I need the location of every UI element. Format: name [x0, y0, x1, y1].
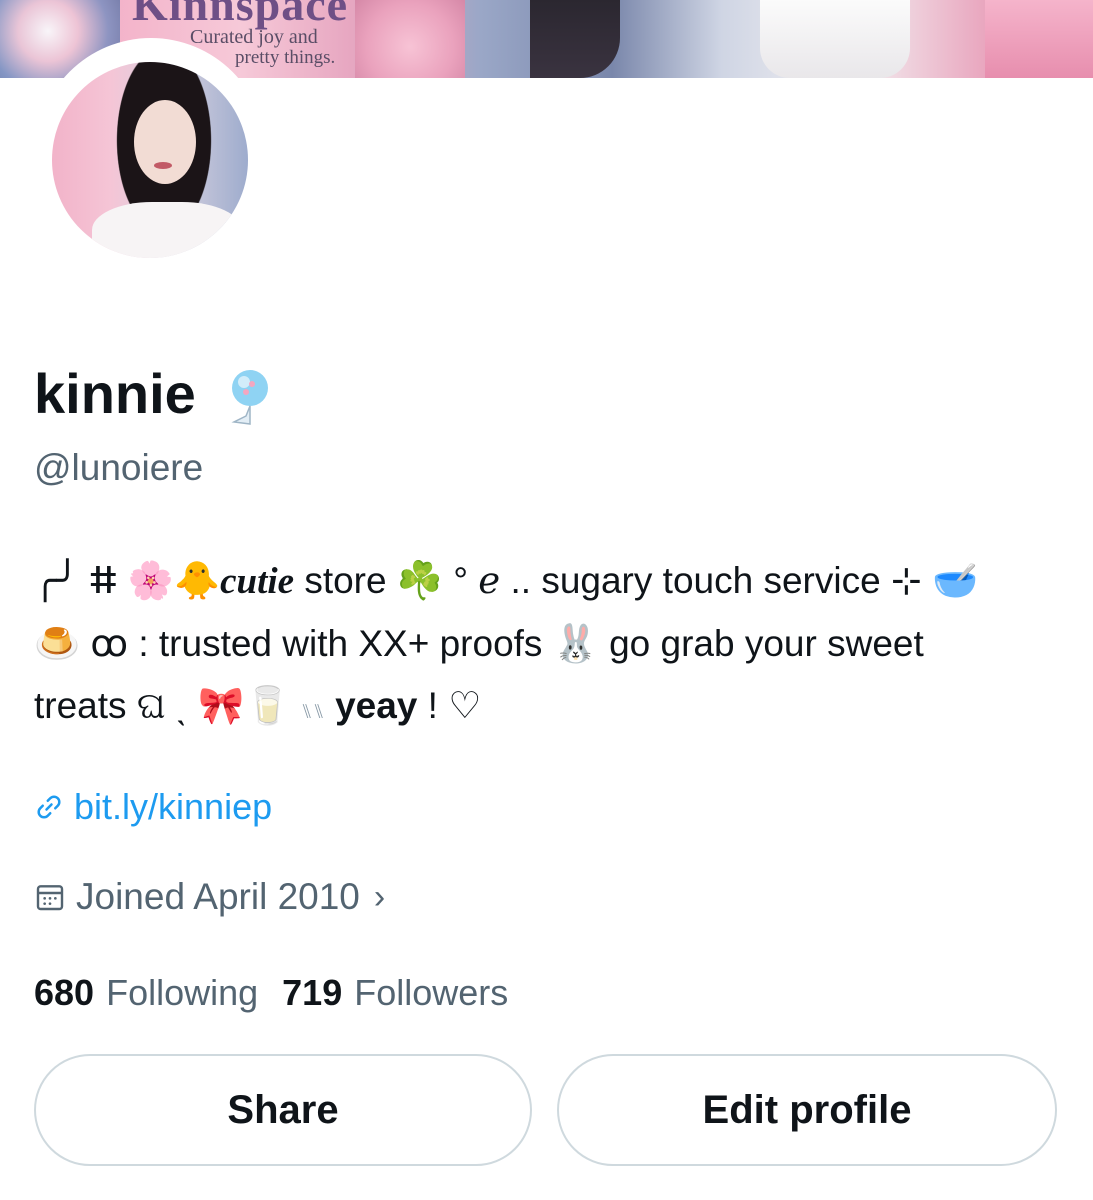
bio-line: ╭╯ ⵌ 🌸🐥cutie store ☘️ ° ℯ .. sugary touc…	[34, 560, 979, 602]
followers-count[interactable]: 719	[282, 972, 342, 1014]
avatar[interactable]	[52, 62, 248, 258]
following-count[interactable]: 680	[34, 972, 94, 1014]
banner-tagline: pretty things.	[235, 47, 336, 68]
banner-decoration	[355, 0, 465, 78]
balloon-icon	[231, 370, 268, 425]
profile-bio: ╭╯ ⵌ 🌸🐥cutie store ☘️ ° ℯ .. sugary touc…	[34, 550, 1064, 743]
calendar-icon	[36, 885, 64, 911]
profile-link-text[interactable]: bit.ly/kinniep	[74, 786, 272, 828]
username-handle: @lunoiere	[34, 447, 204, 488]
bio-line: 🍮 ꝏ : trusted with XX+ proofs 🐰 go grab …	[34, 623, 924, 664]
joined-date[interactable]: Joined April 2010 ›	[34, 876, 385, 918]
banner-decoration	[760, 0, 910, 78]
profile-link[interactable]: bit.ly/kinniep	[34, 786, 272, 828]
display-name: kinnie	[34, 362, 196, 425]
share-button[interactable]: Share	[34, 1054, 532, 1166]
banner-decoration	[985, 0, 1093, 78]
joined-text: Joined April 2010	[76, 876, 360, 917]
chevron-right-icon: ›	[373, 877, 386, 916]
following-label[interactable]: Following	[106, 972, 258, 1014]
bio-line: treats ଘ ˎ 🎀🥛 ⑊⑊ yeay ! ♡	[34, 685, 482, 726]
edit-profile-button[interactable]: Edit profile	[557, 1054, 1057, 1166]
follow-stats: 680 Following 719 Followers	[34, 972, 508, 1014]
link-icon	[37, 795, 61, 819]
banner-decoration	[530, 0, 620, 78]
banner-tagline: Curated joy and	[190, 26, 318, 48]
followers-label[interactable]: Followers	[354, 972, 508, 1014]
